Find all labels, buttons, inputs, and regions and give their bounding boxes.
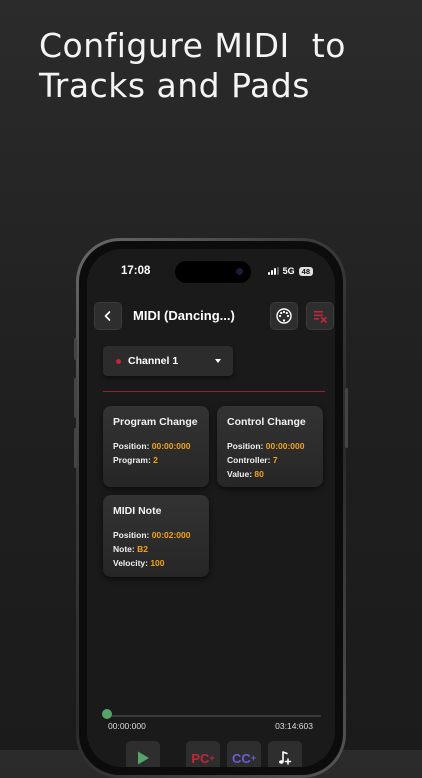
side-button [74,338,77,360]
battery-icon: 48 [298,266,313,276]
current-time: 00:00:000 [108,721,146,731]
plus-icon: + [250,753,257,763]
headline: Configure MIDI to Tracks and Pads [39,26,399,106]
divider [103,391,325,392]
card-row-program: Program: 2 [113,455,158,465]
clear-list-icon [314,311,327,323]
add-midi-note-button[interactable] [268,741,302,767]
headline-line-1: Configure MIDI to [39,26,346,65]
row-value: B2 [137,544,148,554]
card-title: MIDI Note [113,505,162,517]
chevron-down-icon [215,359,221,363]
page-title: MIDI (Dancing...) [133,308,235,323]
volume-down-button [74,428,77,468]
network-label: 5G [282,266,295,276]
cc-label: CC [231,750,251,766]
clear-events-button[interactable] [306,302,334,330]
midi-connector-icon [276,308,292,324]
plus-icon: + [209,753,215,763]
status-indicators: 5G 48 [267,266,313,276]
row-value: 2 [153,455,158,465]
app-bar: MIDI (Dancing...) [87,297,335,337]
dynamic-island [175,261,251,283]
volume-up-button [74,378,77,418]
midi-device-button[interactable] [270,302,298,330]
row-label: Position: [113,530,152,540]
row-label: Position: [227,441,266,451]
row-value: 00:02:000 [151,530,191,540]
play-icon [138,751,149,765]
play-button[interactable] [126,741,160,767]
channel-color-dot [116,359,121,364]
card-row-velocity: Velocity: 100 [113,558,165,568]
row-label: Position: [113,441,152,451]
event-card-midi-note[interactable]: MIDI Note Position: 00:02:000 Note: B2 V… [103,495,209,577]
row-value: 7 [272,455,278,465]
row-value: 00:00:000 [265,441,305,451]
card-row-position: Position: 00:00:000 [113,441,191,451]
app-screen: 17:08 5G 48 MIDI (Dancing...) Channel 1 … [87,249,335,767]
add-program-change-button[interactable]: PC + [186,741,220,767]
pc-label: PC [191,750,210,766]
headline-line-2: Tracks and Pads [39,66,310,105]
back-icon [104,311,111,321]
card-row-value: Value: 80 [227,469,264,479]
card-title: Control Change [227,416,306,428]
channel-dropdown[interactable]: Channel 1 [103,346,233,376]
channel-selected-label: Channel 1 [128,355,179,367]
card-row-note: Note: B2 [113,544,148,554]
card-row-position: Position: 00:00:000 [227,441,305,451]
card-row-controller: Controller: 7 [227,455,278,465]
power-button [345,388,348,448]
event-card-control-change[interactable]: Control Change Position: 00:00:000 Contr… [217,406,323,487]
card-title: Program Change [113,416,198,428]
signal-icon [267,267,279,275]
playback-progress-track[interactable] [107,715,321,717]
row-value: 00:00:000 [151,441,191,451]
row-label: Controller: [227,455,273,465]
row-label: Velocity: [113,558,151,568]
row-label: Value: [227,469,255,479]
status-time: 17:08 [121,265,151,277]
camera-dot [236,268,243,275]
row-value: 100 [150,558,165,568]
back-button[interactable] [94,302,122,330]
playback-scrubber-handle[interactable] [102,709,112,719]
total-time: 03:14:603 [275,721,313,731]
add-note-icon [279,751,292,765]
add-control-change-button[interactable]: CC + [227,741,261,767]
phone-frame: 17:08 5G 48 MIDI (Dancing...) Channel 1 … [74,238,348,778]
event-card-program-change[interactable]: Program Change Position: 00:00:000 Progr… [103,406,209,487]
card-row-position: Position: 00:02:000 [113,530,191,540]
row-label: Program: [113,455,154,465]
row-label: Note: [113,544,138,554]
row-value: 80 [254,469,264,479]
